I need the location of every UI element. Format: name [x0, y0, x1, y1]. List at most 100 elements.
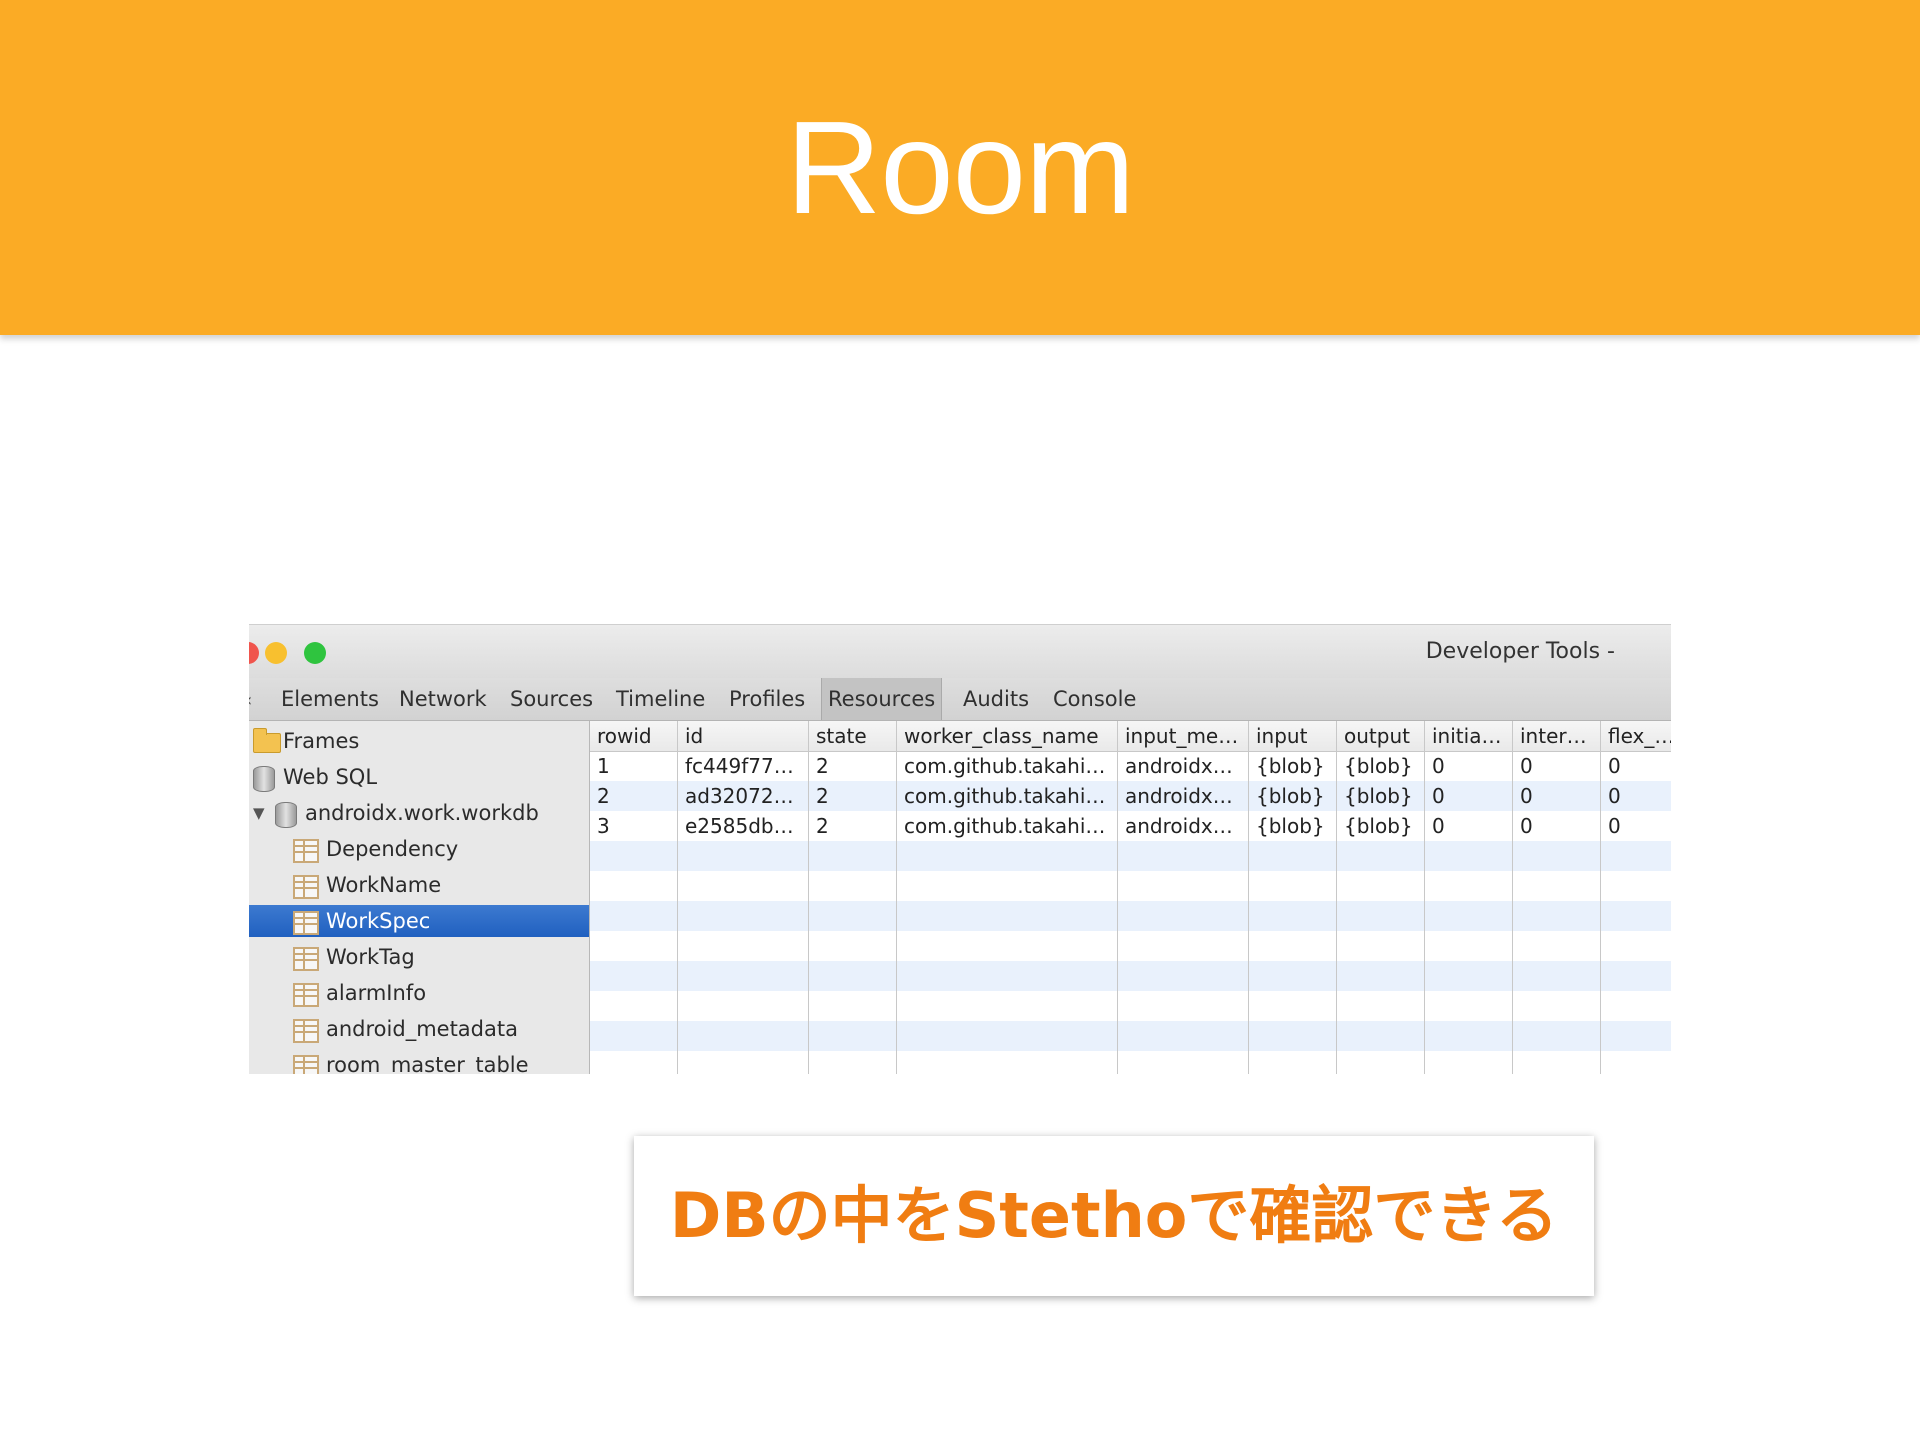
tab-timeline[interactable]: Timeline: [614, 678, 707, 720]
cell-initial-delay: 0: [1432, 784, 1445, 808]
cell-input-merger: androidx…: [1125, 784, 1233, 808]
cell-state: 2: [816, 814, 829, 838]
tab-audits[interactable]: Audits: [961, 678, 1031, 720]
cell-input: {blob}: [1256, 754, 1325, 778]
cell-rowid: 2: [597, 784, 610, 808]
sidebar-item-label: androidx.work.workdb: [305, 801, 539, 825]
close-window-button[interactable]: [249, 642, 259, 664]
expand-triangle-icon[interactable]: ▼: [253, 797, 265, 829]
tab-elements[interactable]: Elements: [279, 678, 381, 720]
sidebar-item-label: android_metadata: [326, 1017, 518, 1041]
cell-initial-delay: 0: [1432, 814, 1445, 838]
column-divider[interactable]: [1424, 721, 1425, 1074]
sidebar-item-workname[interactable]: WorkName: [249, 869, 589, 901]
sidebar-item-label: WorkTag: [326, 945, 415, 969]
column-header-id[interactable]: id: [678, 721, 808, 751]
empty-row: [590, 961, 1671, 991]
sidebar-item-alarminfo[interactable]: alarmInfo: [249, 977, 589, 1009]
tab-network[interactable]: Network: [397, 678, 489, 720]
sidebar-item-label: WorkSpec: [326, 909, 431, 933]
empty-row: [590, 931, 1671, 961]
table-icon: [293, 1019, 319, 1043]
column-header-state[interactable]: state: [809, 721, 896, 751]
column-header-rowid[interactable]: rowid: [590, 721, 677, 751]
cell-id: e2585db…: [685, 814, 794, 838]
cell-worker-class-name: com.github.takahi…: [904, 754, 1106, 778]
empty-row: [590, 991, 1671, 1021]
sidebar-item-dependency[interactable]: Dependency: [249, 833, 589, 865]
devtools-tab-bar: ‹ Elements Network Sources Timeline Prof…: [249, 678, 1671, 721]
column-header-worker-class-name[interactable]: worker_class_name: [897, 721, 1117, 751]
cell-rowid: 1: [597, 754, 610, 778]
cell-input: {blob}: [1256, 814, 1325, 838]
database-icon: [275, 802, 297, 828]
column-divider[interactable]: [1336, 721, 1337, 1074]
tab-resources[interactable]: Resources: [821, 678, 943, 720]
cell-output: {blob}: [1344, 754, 1413, 778]
column-header-output[interactable]: output: [1337, 721, 1424, 751]
table-icon: [293, 875, 319, 899]
cell-worker-class-name: com.github.takahi…: [904, 784, 1106, 808]
cell-id: ad32072…: [685, 784, 794, 808]
cell-initial-delay: 0: [1432, 754, 1445, 778]
empty-row: [590, 871, 1671, 901]
sidebar-item-room-master-table[interactable]: room_master_table: [249, 1049, 589, 1074]
empty-row: [590, 901, 1671, 931]
empty-row: [590, 1051, 1671, 1074]
resources-sidebar: Frames Web SQL ▼ androidx.work.workdb De…: [249, 721, 590, 1074]
sidebar-item-web-sql[interactable]: Web SQL: [249, 761, 589, 793]
column-divider[interactable]: [1248, 721, 1249, 1074]
cell-input-merger: androidx…: [1125, 754, 1233, 778]
table-icon: [293, 947, 319, 971]
sidebar-item-androidx-work-workdb[interactable]: ▼ androidx.work.workdb: [249, 797, 589, 829]
column-header-initial-delay[interactable]: initia…: [1425, 721, 1512, 751]
window-titlebar: Developer Tools -: [249, 624, 1671, 679]
column-header-flex[interactable]: flex_…: [1601, 721, 1671, 751]
tab-console[interactable]: Console: [1051, 678, 1138, 720]
sidebar-item-frames[interactable]: Frames: [249, 725, 589, 757]
cell-id: fc449f77…: [685, 754, 794, 778]
sidebar-item-label: Frames: [283, 729, 360, 753]
zoom-window-button[interactable]: [304, 642, 326, 664]
sidebar-item-android-metadata[interactable]: android_metadata: [249, 1013, 589, 1045]
sidebar-item-label: room_master_table: [326, 1053, 529, 1074]
column-divider[interactable]: [677, 721, 678, 1074]
table-icon: [293, 1055, 319, 1074]
sidebar-item-worktag[interactable]: WorkTag: [249, 941, 589, 973]
sidebar-item-workspec[interactable]: WorkSpec: [249, 905, 589, 937]
database-icon: [253, 766, 275, 792]
empty-row: [590, 1021, 1671, 1051]
developer-tools-window: Developer Tools - ‹ Elements Network Sou…: [249, 624, 1671, 1074]
data-grid: rowid id state worker_class_name input_m…: [590, 721, 1671, 1074]
cell-output: {blob}: [1344, 814, 1413, 838]
column-divider[interactable]: [808, 721, 809, 1074]
table-header: rowid id state worker_class_name input_m…: [590, 721, 1671, 752]
chevron-left-icon[interactable]: ‹: [249, 690, 252, 711]
column-divider[interactable]: [1512, 721, 1513, 1074]
tab-sources[interactable]: Sources: [508, 678, 595, 720]
cell-state: 2: [816, 754, 829, 778]
cell-rowid: 3: [597, 814, 610, 838]
caption-card: DBの中をStethoで確認できる: [634, 1136, 1594, 1296]
cell-interval: 0: [1520, 814, 1533, 838]
cell-input: {blob}: [1256, 784, 1325, 808]
table-icon: [293, 839, 319, 863]
slide-title: Room: [785, 94, 1135, 241]
sidebar-item-label: Web SQL: [283, 765, 378, 789]
column-header-interval[interactable]: inter…: [1513, 721, 1600, 751]
cell-state: 2: [816, 784, 829, 808]
sidebar-item-label: alarmInfo: [326, 981, 427, 1005]
table-icon: [293, 911, 319, 935]
column-divider[interactable]: [1117, 721, 1118, 1074]
window-title: Developer Tools -: [1425, 639, 1615, 664]
column-divider[interactable]: [896, 721, 897, 1074]
cell-input-merger: androidx…: [1125, 814, 1233, 838]
column-header-input-merger[interactable]: input_me…: [1118, 721, 1248, 751]
sidebar-item-label: WorkName: [326, 873, 442, 897]
column-divider[interactable]: [1600, 721, 1601, 1074]
tab-profiles[interactable]: Profiles: [727, 678, 807, 720]
cell-flex: 0: [1608, 814, 1621, 838]
column-header-input[interactable]: input: [1249, 721, 1336, 751]
cell-flex: 0: [1608, 784, 1621, 808]
minimize-window-button[interactable]: [265, 642, 287, 664]
